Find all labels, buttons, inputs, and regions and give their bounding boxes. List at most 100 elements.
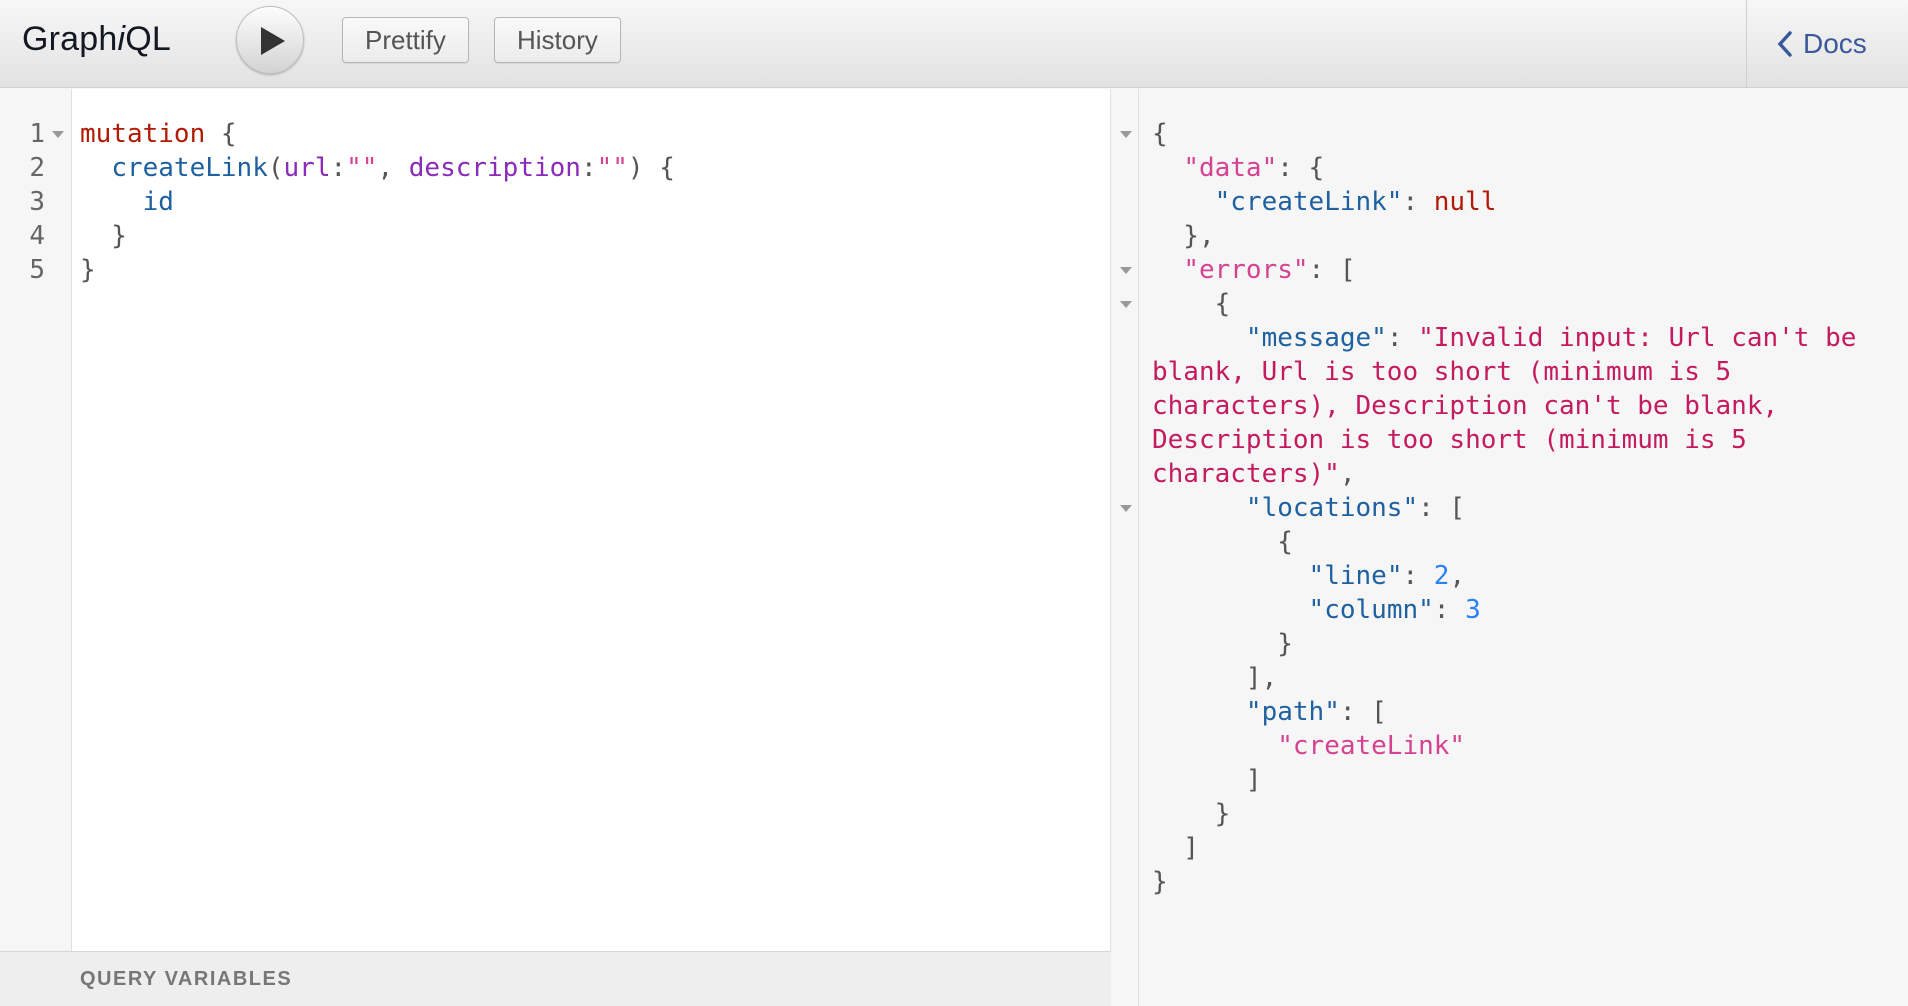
query-variables-bar[interactable]: QUERY VARIABLES <box>0 951 1111 1006</box>
docs-button[interactable]: Docs <box>1777 24 1867 64</box>
result-token: 3 <box>1465 595 1481 625</box>
result-token: : [ <box>1418 493 1466 523</box>
fold-arrow-icon[interactable] <box>1120 131 1132 138</box>
fold-arrow-icon[interactable] <box>1120 301 1132 308</box>
result-line: blank, Url is too short (minimum is 5 <box>1152 355 1731 389</box>
line-number: 2 <box>29 153 45 183</box>
result-token <box>1152 153 1183 183</box>
play-icon <box>261 27 285 55</box>
result-token: } <box>1152 799 1231 829</box>
result-token: "createLink" <box>1214 187 1403 217</box>
result-token: : <box>1433 595 1466 625</box>
result-token <box>1152 493 1246 523</box>
line-number: 4 <box>29 221 45 251</box>
result-line: { <box>1152 287 1231 321</box>
result-token: } <box>1152 867 1168 897</box>
code-line[interactable]: createLink(url:"", description:"") { <box>80 151 675 185</box>
fold-arrow-icon[interactable] <box>1120 505 1132 512</box>
top-toolbar: GraphiQL Prettify History Docs <box>0 0 1908 88</box>
result-line: "path": [ <box>1152 695 1387 729</box>
result-token: null <box>1433 187 1497 217</box>
code-token: : <box>330 153 347 183</box>
result-token: { <box>1152 289 1231 319</box>
result-token: Description is too short (minimum is 5 <box>1152 425 1747 455</box>
fold-arrow-icon[interactable] <box>1120 267 1132 274</box>
result-token <box>1152 323 1246 353</box>
execute-query-button[interactable] <box>236 6 304 74</box>
result-line: "data": { <box>1152 151 1324 185</box>
history-button[interactable]: History <box>494 17 621 63</box>
result-line: { <box>1152 525 1293 559</box>
result-token <box>1152 731 1277 761</box>
result-token: 2 <box>1433 561 1450 591</box>
result-token: ] <box>1152 765 1262 795</box>
code-token: "" <box>596 153 628 183</box>
code-token: createLink <box>111 153 268 183</box>
result-token: }, <box>1152 221 1215 251</box>
code-token: ( <box>267 153 284 183</box>
result-token: , <box>1449 561 1466 591</box>
result-token: "createLink" <box>1277 731 1466 761</box>
result-line: } <box>1152 865 1168 899</box>
result-token: "locations" <box>1245 493 1419 523</box>
result-line: { <box>1152 117 1168 151</box>
code-line[interactable]: mutation { <box>80 117 237 151</box>
app-title-prefix: Graph <box>22 20 118 58</box>
fold-arrow-icon[interactable] <box>52 131 64 138</box>
result-token: : [ <box>1339 697 1387 727</box>
result-line: "column": 3 <box>1152 593 1481 627</box>
code-token: } <box>80 255 96 285</box>
code-token: , <box>377 153 409 183</box>
docs-area: Docs <box>1746 0 1908 88</box>
result-token: characters), Description can't be blank, <box>1152 391 1779 421</box>
result-token: ] <box>1152 833 1199 863</box>
prettify-button[interactable]: Prettify <box>342 17 469 63</box>
result-token: : [ <box>1308 255 1356 285</box>
result-token: characters)" <box>1152 459 1340 489</box>
pane-divider[interactable] <box>1111 89 1139 1006</box>
query-editor[interactable]: 1 2 3 4 5 mutation { createLink(url: "", desc… <box>0 89 1111 1006</box>
result-token: { <box>1152 527 1293 557</box>
result-token: : <box>1386 323 1419 353</box>
result-token: } <box>1152 629 1293 659</box>
docs-label: Docs <box>1803 28 1867 59</box>
line-number: 3 <box>29 187 45 217</box>
result-line: ], <box>1152 661 1277 695</box>
code-line[interactable]: } <box>80 219 127 253</box>
result-token <box>1152 595 1309 625</box>
query-variables-title[interactable]: QUERY VARIABLES <box>80 968 292 991</box>
result-token: "Invalid input: Url can't be <box>1418 323 1857 353</box>
app-title: GraphiQL <box>22 20 171 59</box>
result-line: "errors": [ <box>1152 253 1356 287</box>
result-token: , <box>1339 459 1356 489</box>
result-line: ] <box>1152 763 1262 797</box>
result-token <box>1152 697 1246 727</box>
code-token: id <box>142 187 174 217</box>
code-line[interactable]: id <box>80 185 174 219</box>
code-token: mutation <box>80 119 206 149</box>
result-token: "path" <box>1245 697 1340 727</box>
code-token: description <box>408 153 581 183</box>
code-token: url <box>283 153 331 183</box>
result-token: ], <box>1152 663 1278 693</box>
line-number: 5 <box>29 255 45 285</box>
result-token: "errors" <box>1183 255 1309 285</box>
result-line: Description is too short (minimum is 5 <box>1152 423 1747 457</box>
code-line[interactable]: } <box>80 253 96 287</box>
result-token: { <box>1152 119 1168 149</box>
line-number-gutter: 1 2 3 4 5 <box>0 89 72 951</box>
result-token <box>1152 187 1215 217</box>
result-line: "message": "Invalid input: Url can't be <box>1152 321 1857 355</box>
result-token: : <box>1402 187 1434 217</box>
result-line: "line": 2, <box>1152 559 1466 593</box>
result-line: "locations": [ <box>1152 491 1465 525</box>
result-token: : <box>1402 561 1434 591</box>
result-token: "data" <box>1183 153 1278 183</box>
result-token: : { <box>1277 153 1325 183</box>
line-number: 1 <box>29 119 45 149</box>
result-line: "createLink": null <box>1152 185 1497 219</box>
result-line: "createLink" <box>1152 729 1465 763</box>
result-line: characters)", <box>1152 457 1356 491</box>
